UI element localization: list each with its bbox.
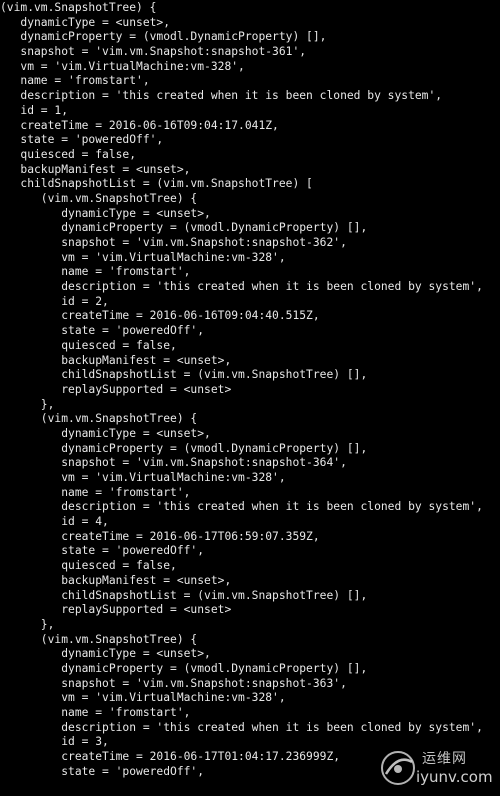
terminal-line: childSnapshotList = (vim.vm.SnapshotTree… xyxy=(0,177,313,191)
terminal-line: dynamicType = <unset>, xyxy=(0,15,171,29)
terminal-line: quiesced = false, xyxy=(0,338,177,352)
terminal-line: quiesced = false, xyxy=(0,559,177,573)
terminal-line: vm = 'vim.VirtualMachine:vm-328', xyxy=(0,471,286,484)
terminal-line: createTime = 2016-06-16T09:04:17.041Z, xyxy=(0,118,279,132)
terminal-line: quiesced = false, xyxy=(0,147,137,161)
terminal-line: name = 'fromstart', xyxy=(0,74,150,88)
terminal-line: dynamicProperty = (vmodl.DynamicProperty… xyxy=(0,30,327,44)
terminal-line: description = 'this created when it is b… xyxy=(0,500,483,514)
terminal-line: name = 'fromstart', xyxy=(0,706,191,719)
terminal-line: childSnapshotList = (vim.vm.SnapshotTree… xyxy=(0,368,368,382)
terminal-line: (vim.vm.SnapshotTree) { xyxy=(0,191,198,205)
terminal-line: snapshot = 'vim.vm.Snapshot:snapshot-363… xyxy=(0,676,347,690)
terminal-line: (vim.vm.SnapshotTree) { xyxy=(0,632,198,646)
terminal-line: (vim.vm.SnapshotTree) { xyxy=(0,1,157,14)
terminal-line: dynamicType = <unset>, xyxy=(0,647,211,661)
terminal-line: replaySupported = <unset> xyxy=(0,603,232,617)
terminal-line: vm = 'vim.VirtualMachine:vm-328', xyxy=(0,691,286,705)
terminal-line: id = 2, xyxy=(0,294,109,308)
terminal-line: state = 'poweredOff', xyxy=(0,544,205,558)
terminal-line: dynamicProperty = (vmodl.DynamicProperty… xyxy=(0,441,368,455)
watermark-site-name: 运维网 xyxy=(422,751,467,767)
terminal-line: name = 'fromstart', xyxy=(0,265,191,279)
terminal-line: dynamicProperty = (vmodl.DynamicProperty… xyxy=(0,661,368,675)
terminal-line: (vim.vm.SnapshotTree) { xyxy=(0,412,198,426)
terminal-line: backupManifest = <unset>, xyxy=(0,573,232,587)
terminal-line: createTime = 2016-06-17T06:59:07.359Z, xyxy=(0,529,320,543)
terminal-line: replaySupported = <unset> xyxy=(0,382,232,396)
watermark-logo-icon xyxy=(381,751,415,785)
terminal-line: }, xyxy=(0,617,55,631)
terminal-line: dynamicProperty = (vmodl.DynamicProperty… xyxy=(0,221,368,235)
terminal-line: state = 'poweredOff', xyxy=(0,324,205,338)
terminal-line: dynamicType = <unset>, xyxy=(0,426,211,440)
terminal-line: dynamicType = <unset>, xyxy=(0,206,211,220)
terminal-line: vm = 'vim.VirtualMachine:vm-328', xyxy=(0,250,286,264)
terminal-line: backupManifest = <unset>, xyxy=(0,353,232,367)
terminal-line: snapshot = 'vim.vm.Snapshot:snapshot-361… xyxy=(0,45,307,59)
terminal-line: }, xyxy=(0,397,55,411)
terminal-line: id = 1, xyxy=(0,103,69,117)
terminal-line: createTime = 2016-06-16T09:04:40.515Z, xyxy=(0,309,320,323)
terminal-line: description = 'this created when it is b… xyxy=(0,280,483,294)
terminal-line: backupManifest = <unset>, xyxy=(0,162,191,176)
terminal-line: description = 'this created when it is b… xyxy=(0,720,483,734)
terminal-line: state = 'poweredOff', xyxy=(0,133,164,147)
terminal-line: childSnapshotList = (vim.vm.SnapshotTree… xyxy=(0,588,368,602)
terminal-line: snapshot = 'vim.vm.Snapshot:snapshot-362… xyxy=(0,236,347,249)
watermark-site-domain: iyunv.com xyxy=(416,768,493,786)
terminal-line: name = 'fromstart', xyxy=(0,485,191,499)
terminal-output: (vim.vm.SnapshotTree) { dynamicType = <u… xyxy=(0,0,500,796)
terminal-line: snapshot = 'vim.vm.Snapshot:snapshot-364… xyxy=(0,456,347,470)
watermark: 运维网 iyunv.com xyxy=(378,746,496,792)
terminal-line: id = 4, xyxy=(0,515,109,529)
terminal-line: description = 'this created when it is b… xyxy=(0,89,443,103)
terminal-line: vm = 'vim.VirtualMachine:vm-328', xyxy=(0,59,245,73)
